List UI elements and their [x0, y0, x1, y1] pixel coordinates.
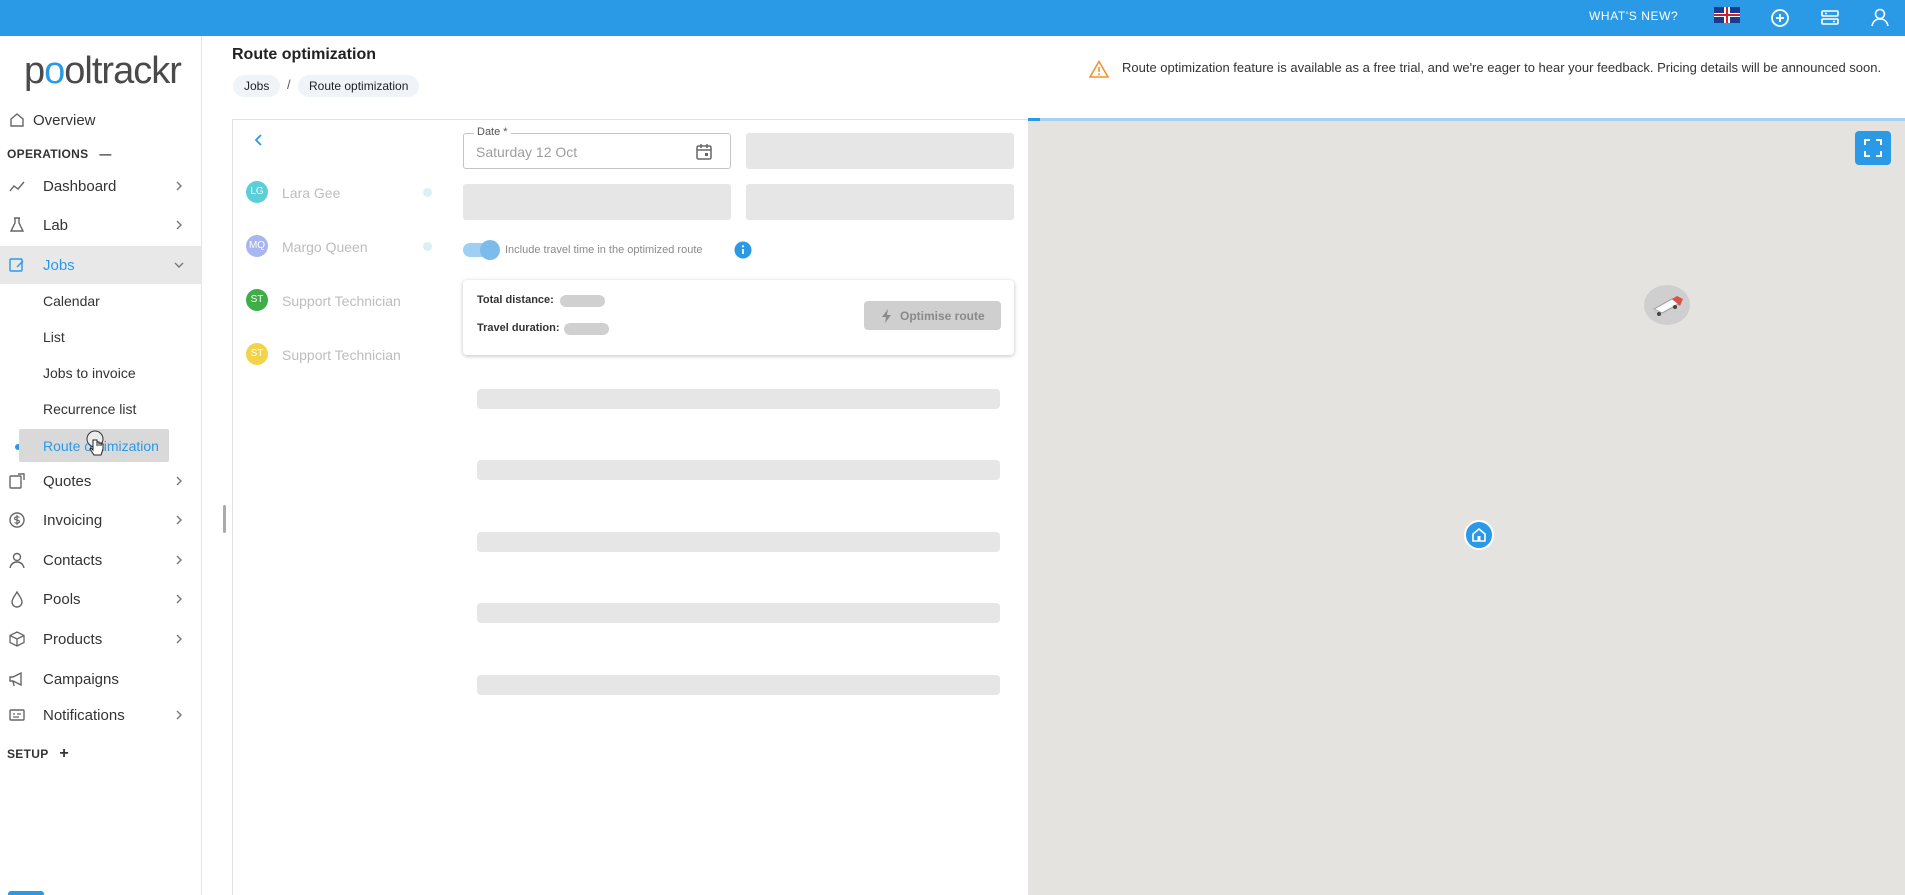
settings-panel-icon[interactable] [1816, 4, 1844, 32]
map-loading-bar [1028, 118, 1905, 121]
add-circle-icon[interactable] [1766, 4, 1794, 32]
flask-icon [9, 217, 25, 232]
fullscreen-button[interactable] [1855, 131, 1891, 165]
status-dot [423, 188, 432, 197]
fullscreen-icon [1864, 139, 1882, 157]
loading-row [477, 389, 1000, 409]
home-marker[interactable] [1464, 520, 1494, 550]
home-icon [10, 113, 24, 127]
chevron-right-icon [176, 515, 182, 525]
chevron-right-icon [176, 181, 182, 191]
route-summary-card: Total distance: Travel duration: Optimis… [463, 280, 1014, 355]
megaphone-icon [9, 671, 22, 687]
dollar-circle-icon [9, 512, 25, 528]
chevron-right-icon [176, 634, 182, 644]
date-label: Date * [474, 126, 511, 138]
sidebar-item-jobs[interactable]: Jobs [0, 246, 202, 284]
sidebar-item-notifications[interactable]: Notifications [0, 696, 202, 734]
avatar: ST [246, 289, 268, 311]
travel-time-label: Include travel time in the optimized rou… [505, 244, 703, 256]
sidebar-sub-list[interactable]: List [43, 329, 65, 345]
lightning-icon [882, 309, 891, 323]
technician-item[interactable]: LG Lara Gee [246, 181, 436, 205]
total-distance-label: Total distance: [477, 294, 554, 306]
chevron-right-icon [176, 710, 182, 720]
sidebar-sub-calendar[interactable]: Calendar [43, 293, 100, 309]
travel-time-toggle[interactable] [463, 240, 500, 260]
sidebar-item-lab[interactable]: Lab [0, 206, 202, 244]
chevron-right-icon [176, 555, 182, 565]
loading-field [463, 184, 731, 220]
sidebar-item-overview[interactable]: Overview [0, 101, 202, 139]
sidebar-item-pools[interactable]: Pools [0, 580, 202, 618]
loading-row [477, 532, 1000, 552]
loading-field [746, 184, 1014, 220]
sidebar-item-products[interactable]: Products [0, 620, 202, 658]
warning-icon [1089, 60, 1109, 78]
notification-icon [9, 709, 25, 721]
truck-icon [1652, 296, 1683, 316]
mouse-cursor-icon [86, 430, 104, 456]
chevron-right-icon [176, 220, 182, 230]
status-dot [423, 242, 432, 251]
date-value: Saturday 12 Oct [476, 144, 578, 160]
pooltrackr-logo[interactable]: pooltrackr [24, 50, 182, 93]
trial-notice: Route optimization feature is available … [1122, 60, 1882, 75]
avatar: ST [246, 343, 268, 365]
loading-row [477, 675, 1000, 695]
jobs-icon [9, 258, 24, 272]
chevron-right-icon [176, 594, 182, 604]
breadcrumb-route-optimization: Route optimization [298, 75, 420, 97]
box-icon [9, 631, 25, 647]
duration-loading [564, 323, 609, 335]
person-icon [9, 552, 25, 569]
sidebar-sub-recurrence-list[interactable]: Recurrence list [43, 401, 136, 417]
home-icon [1472, 527, 1486, 542]
page-title: Route optimization [232, 46, 376, 63]
distance-loading [560, 295, 605, 307]
setup-section[interactable]: SETUP + [7, 745, 69, 763]
sidebar-item-quotes[interactable]: Quotes [0, 462, 202, 500]
avatar: LG [246, 181, 268, 203]
uk-flag-icon[interactable] [1714, 7, 1740, 23]
quote-icon [9, 473, 25, 489]
chevron-down-icon [174, 262, 184, 268]
sidebar-resize-handle[interactable] [223, 505, 226, 533]
drop-icon [11, 590, 23, 608]
avatar: MQ [246, 235, 268, 257]
technician-item[interactable]: ST Support Technician [246, 343, 436, 367]
user-icon[interactable] [1866, 4, 1894, 32]
sidebar-item-campaigns[interactable]: Campaigns [0, 660, 202, 698]
chevron-right-icon [176, 476, 182, 486]
whats-new-link[interactable]: WHAT'S NEW? [1589, 9, 1678, 23]
sidebar-sub-jobs-to-invoice[interactable]: Jobs to invoice [43, 365, 136, 381]
technician-item[interactable]: ST Support Technician [246, 289, 436, 313]
truck-marker[interactable] [1644, 285, 1690, 325]
loading-row [477, 460, 1000, 480]
optimise-route-button[interactable]: Optimise route [864, 301, 1001, 330]
chart-line-icon [9, 181, 25, 192]
travel-duration-label: Travel duration: [477, 322, 560, 334]
breadcrumb-jobs[interactable]: Jobs [233, 75, 281, 97]
loading-row [477, 603, 1000, 623]
top-bar: WHAT'S NEW? [0, 0, 1905, 36]
help-widget-tab[interactable] [8, 891, 44, 895]
info-icon[interactable] [734, 241, 752, 259]
sidebar-item-contacts[interactable]: Contacts [0, 541, 202, 579]
date-field[interactable]: Date * Saturday 12 Oct [463, 126, 731, 169]
calendar-icon[interactable] [694, 142, 714, 162]
technician-item[interactable]: MQ Margo Queen [246, 235, 436, 259]
sidebar-item-dashboard[interactable]: Dashboard [0, 167, 202, 205]
loading-field [746, 133, 1014, 169]
breadcrumb-separator: / [287, 77, 291, 92]
sidebar-item-invoicing[interactable]: Invoicing [0, 501, 202, 539]
route-map[interactable] [1028, 119, 1905, 895]
operations-section[interactable]: OPERATIONS — [7, 147, 112, 161]
chevron-left-icon[interactable] [252, 133, 266, 147]
